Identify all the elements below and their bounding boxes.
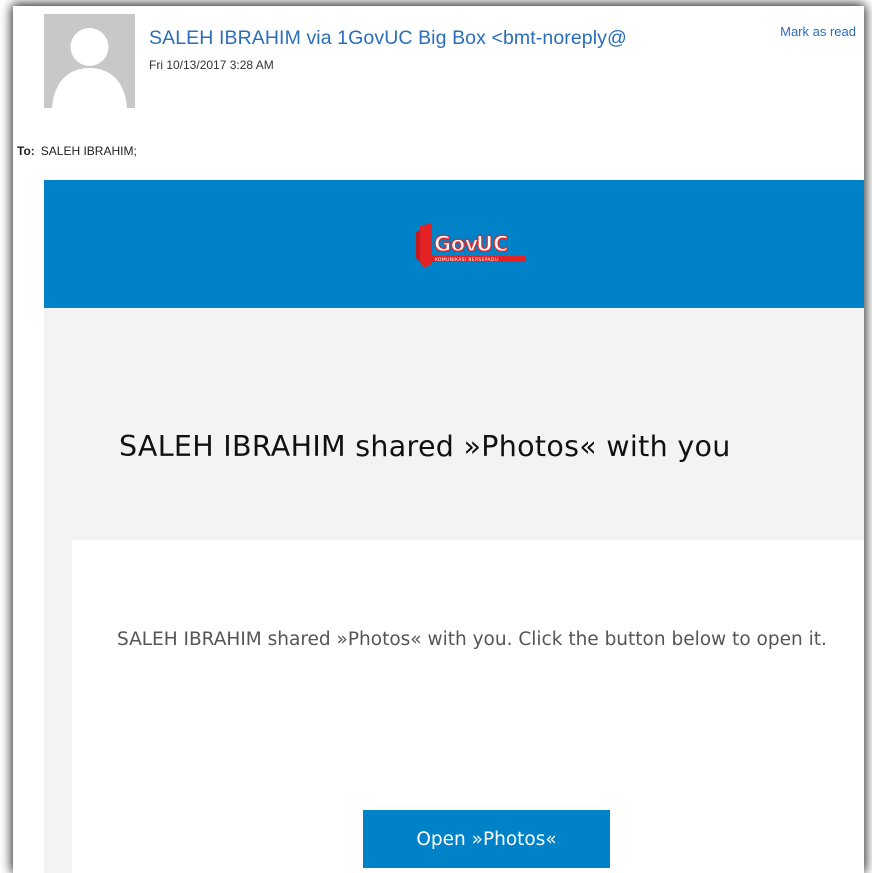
svg-text:Gov: Gov [434, 232, 479, 256]
mark-as-read-link[interactable]: Mark as read [774, 24, 864, 39]
sender-avatar [44, 14, 135, 108]
logo-image: Gov UC KOMUNIKASI BERSEPADU [406, 218, 556, 272]
to-label: To: [17, 144, 35, 158]
open-photos-button[interactable]: Open »Photos« [363, 810, 610, 868]
share-message: SALEH IBRAHIM shared »Photos« with you. … [117, 629, 827, 650]
recipient-name[interactable]: SALEH IBRAHIM; [41, 144, 137, 158]
svg-text:UC: UC [476, 232, 508, 256]
person-icon [44, 14, 135, 108]
sent-date: Fri 10/13/2017 3:28 AM [149, 58, 274, 72]
email-content: Gov UC KOMUNIKASI BERSEPADU SALEH IBRAHI… [44, 180, 864, 873]
svg-text:KOMUNIKASI BERSEPADU: KOMUNIKASI BERSEPADU [435, 257, 498, 263]
share-heading: SALEH IBRAHIM shared »Photos« with you [119, 430, 731, 463]
header-banner: Gov UC KOMUNIKASI BERSEPADU [44, 180, 864, 308]
email-reading-pane: SALEH IBRAHIM via 1GovUC Big Box <bmt-no… [13, 6, 864, 873]
recipient-line: To: SALEH IBRAHIM; [17, 144, 137, 158]
1govuc-logo: Gov UC KOMUNIKASI BERSEPADU [406, 218, 556, 272]
share-card: SALEH IBRAHIM shared »Photos« with you. … [72, 540, 864, 873]
sender-name[interactable]: SALEH IBRAHIM via 1GovUC Big Box <bmt-no… [149, 27, 627, 50]
